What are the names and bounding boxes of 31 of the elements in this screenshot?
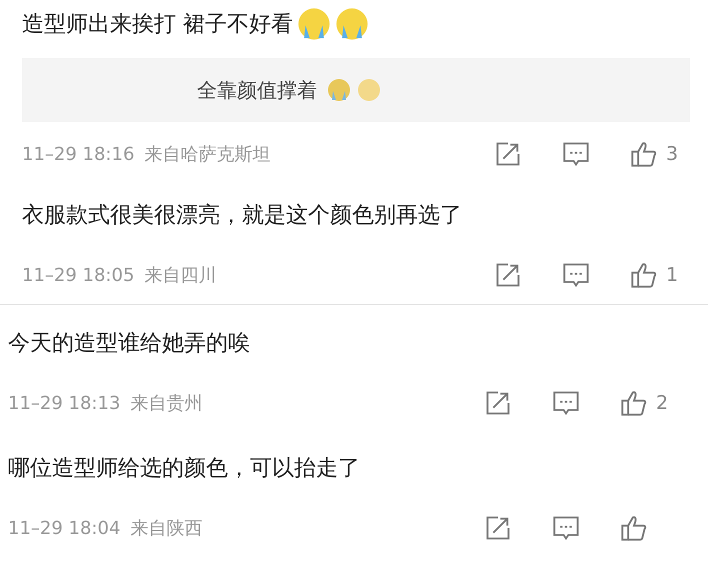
comment-location: 来自哈萨克斯坦: [144, 143, 270, 166]
comment-icon[interactable]: [552, 514, 580, 542]
share-icon[interactable]: [494, 261, 522, 289]
like-icon[interactable]: [630, 140, 658, 168]
crying-emoji-icon: [297, 7, 331, 41]
comment-time: 11–29 18:05: [22, 264, 134, 286]
comment-location: 来自贵州: [130, 392, 202, 415]
comment-icon[interactable]: [562, 140, 590, 168]
like-icon[interactable]: [630, 261, 658, 289]
share-icon[interactable]: [484, 514, 512, 542]
like-count: 2: [656, 392, 668, 414]
comment-text: 衣服款式很美很漂亮，就是这个颜色别再选了: [22, 202, 462, 230]
like-icon[interactable]: [620, 389, 648, 417]
comment-time: 11–29 18:13: [8, 392, 120, 414]
comment-time: 11–29 18:04: [8, 518, 120, 538]
comment-time: 11–29 18:16: [22, 144, 134, 164]
comment-text: 哪位造型师给选的颜色，可以抬走了: [8, 455, 360, 483]
comment-text: 今天的造型谁给她弄的唉: [8, 330, 250, 358]
comment-location: 来自四川: [144, 264, 216, 287]
like-count: 1: [666, 264, 678, 286]
crying-emoji-icon: [327, 78, 351, 102]
like-count: 3: [666, 143, 678, 165]
like-icon[interactable]: [620, 514, 648, 542]
comment-text: 造型师出来挨打 裙子不好看: [22, 11, 293, 39]
share-icon[interactable]: [484, 389, 512, 417]
crying-emoji-icon: [335, 7, 369, 41]
share-icon[interactable]: [494, 140, 522, 168]
comment-icon[interactable]: [552, 389, 580, 417]
reply-text: 全靠颜值撑着: [197, 76, 317, 104]
comment-icon[interactable]: [562, 261, 590, 289]
comment-location: 来自陕西: [130, 517, 202, 540]
